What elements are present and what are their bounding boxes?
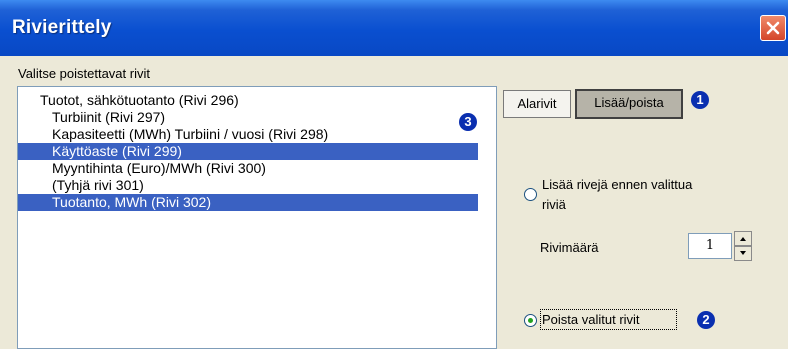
row-count-label: Rivimäärä <box>540 240 599 255</box>
tab-lisaa-poista[interactable]: Lisää/poista <box>575 89 683 119</box>
list-item-label: Kapasiteetti (MWh) Turbiini / vuosi (Riv… <box>52 126 329 142</box>
list-item[interactable]: Myyntihinta (Euro)/MWh (Rivi 300) <box>18 160 478 177</box>
window-title: Rivierittely <box>12 17 112 38</box>
list-item-label: (Tyhjä rivi 301) <box>52 177 144 193</box>
arrow-down-icon <box>740 251 746 255</box>
list-item[interactable]: (Tyhjä rivi 301) <box>18 177 478 194</box>
list-item-label: Tuotanto, MWh (Rivi 302) <box>52 194 211 210</box>
radio-selected-dot <box>528 318 533 323</box>
insert-rows-radio[interactable] <box>524 188 537 201</box>
callout-badge-2: 2 <box>697 311 715 329</box>
list-item[interactable]: Kapasiteetti (MWh) Turbiini / vuosi (Riv… <box>18 126 478 143</box>
list-item-label: Tuotot, sähkötuotanto (Rivi 296) <box>40 92 239 108</box>
close-icon <box>766 21 780 35</box>
rows-listbox[interactable]: Tuotot, sähkötuotanto (Rivi 296) Turbiin… <box>17 86 497 349</box>
close-button[interactable] <box>760 15 786 41</box>
arrow-up-icon <box>740 237 746 241</box>
delete-rows-radio[interactable] <box>524 314 537 327</box>
row-count-spinner <box>734 231 752 261</box>
list-item-label: Käyttöaste (Rivi 299) <box>52 143 182 159</box>
tab-alarivit[interactable]: Alarivit <box>503 90 571 118</box>
insert-rows-label-line1: Lisää rivejä ennen valittua <box>542 177 693 192</box>
callout-badge-3: 3 <box>459 113 477 131</box>
list-item-selected[interactable]: Käyttöaste (Rivi 299) <box>18 143 478 160</box>
list-item[interactable]: Turbiinit (Rivi 297) <box>18 109 478 126</box>
insert-rows-label-line2: riviä <box>542 197 566 212</box>
section-label: Valitse poistettavat rivit <box>18 66 150 81</box>
callout-badge-1: 1 <box>691 91 709 109</box>
list-item-label: Turbiinit (Rivi 297) <box>52 109 166 125</box>
spin-up-button[interactable] <box>734 231 752 246</box>
list-item[interactable]: Tuotot, sähkötuotanto (Rivi 296) <box>18 92 478 109</box>
delete-rows-label: Poista valitut rivit <box>542 312 640 327</box>
spin-down-button[interactable] <box>734 246 752 261</box>
title-bar[interactable]: Rivierittely <box>0 0 788 56</box>
list-item-label: Myyntihinta (Euro)/MWh (Rivi 300) <box>52 160 266 176</box>
dialog-window: Rivierittely Valitse poistettavat rivit … <box>0 0 788 349</box>
list-item-selected[interactable]: Tuotanto, MWh (Rivi 302) <box>18 194 478 211</box>
row-count-input[interactable]: 1 <box>688 233 732 259</box>
